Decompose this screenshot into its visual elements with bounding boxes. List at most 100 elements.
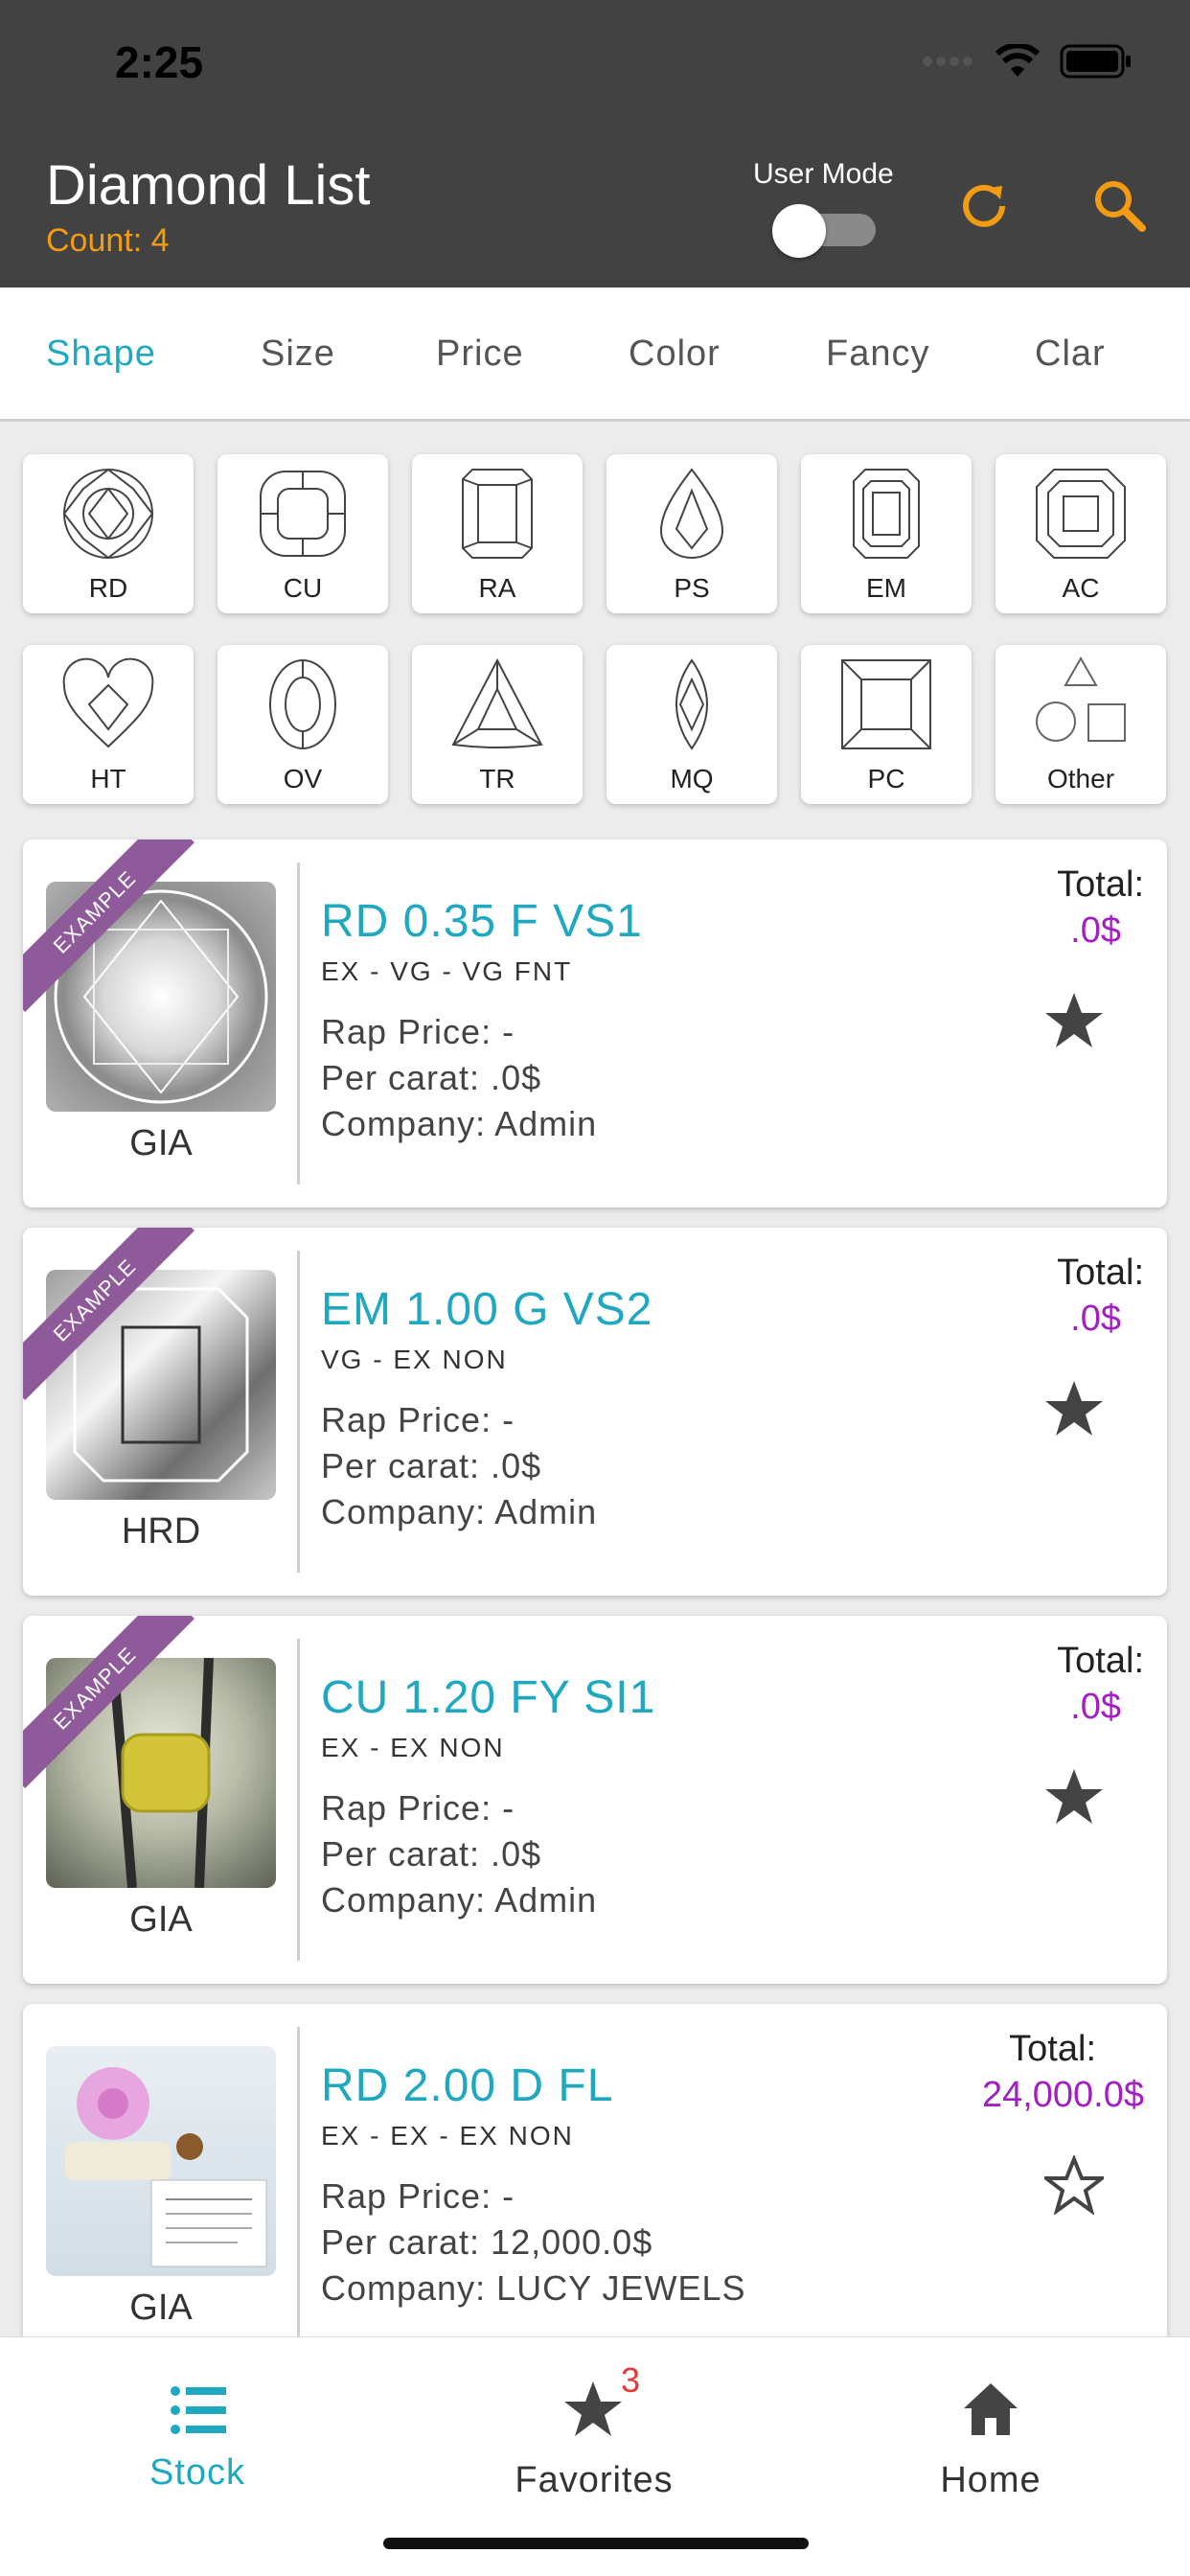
shape-ht[interactable]: HT <box>23 645 194 804</box>
company: Company: Admin <box>321 1104 598 1143</box>
rap-price: Rap Price: - <box>321 1400 515 1439</box>
star-filled-icon[interactable] <box>1044 1379 1104 1438</box>
status-time: 2:25 <box>115 37 204 87</box>
rap-price: Rap Price: - <box>321 2176 515 2216</box>
shape-pc[interactable]: PC <box>801 645 972 804</box>
diamond-title: RD 2.00 D FL <box>321 2060 614 2111</box>
princess-diamond-icon <box>841 659 931 749</box>
tab-size[interactable]: Size <box>261 334 335 375</box>
lab-name: HRD <box>121 1511 201 1552</box>
nav-label: Favorites <box>515 2460 674 2500</box>
emerald-diamond-icon <box>853 469 920 559</box>
total-label: Total: <box>1057 1641 1144 1681</box>
star-filled-icon[interactable] <box>1044 991 1104 1050</box>
favorites-badge: 3 <box>621 2360 641 2400</box>
card-divider <box>297 1251 300 1573</box>
heart-diamond-icon <box>62 657 154 748</box>
star-outline-icon[interactable] <box>1044 2155 1104 2215</box>
rap-price: Rap Price: - <box>321 1788 515 1828</box>
tab-clarity[interactable]: Clar <box>1035 334 1106 375</box>
company: Company: Admin <box>321 1880 598 1920</box>
shape-label: Other <box>1046 764 1115 794</box>
diamond-grades: EX - VG - VG FNT <box>321 956 573 986</box>
nav-label: Home <box>940 2460 1041 2500</box>
home-icon <box>964 2383 1018 2435</box>
total-label: Total: <box>1009 2029 1096 2069</box>
total-value: 24,000.0$ <box>981 2075 1144 2115</box>
shape-label: PC <box>867 764 905 794</box>
per-carat: Per carat: .0$ <box>321 1834 542 1874</box>
oval-diamond-icon <box>269 659 336 749</box>
shape-other[interactable]: Other <box>995 645 1166 804</box>
battery-icon <box>1060 44 1131 79</box>
total-value: .0$ <box>1070 1687 1121 1727</box>
cushion-diamond-icon <box>260 471 346 557</box>
diamond-title: CU 1.20 FY SI1 <box>321 1672 656 1723</box>
company: Company: LUCY JEWELS <box>321 2268 746 2308</box>
shape-rd[interactable]: RD <box>23 454 194 613</box>
page-title: Diamond List <box>46 154 371 217</box>
refresh-icon[interactable] <box>952 174 1016 238</box>
diamond-title: EM 1.00 G VS2 <box>321 1284 653 1335</box>
card-divider <box>297 2027 300 2383</box>
tab-fancy[interactable]: Fancy <box>826 334 929 375</box>
flower-gia-certificate-photo <box>46 2046 276 2276</box>
shape-ov[interactable]: OV <box>217 645 388 804</box>
list-icon <box>171 2386 226 2434</box>
pear-diamond-icon <box>659 468 724 559</box>
lab-name: GIA <box>129 1123 193 1163</box>
shape-tr[interactable]: TR <box>412 645 583 804</box>
toggle-knob <box>772 204 826 258</box>
shape-label: TR <box>479 764 515 794</box>
shape-ps[interactable]: PS <box>606 454 777 613</box>
lab-name: GIA <box>129 1899 193 1940</box>
shape-ac[interactable]: AC <box>995 454 1166 613</box>
company: Company: Admin <box>321 1492 598 1531</box>
home-indicator <box>383 2538 809 2549</box>
card-divider <box>297 862 300 1184</box>
app-header: 2:25 Diamond List Count: 4 User Mode <box>0 0 1190 288</box>
wifi-icon <box>995 44 1041 77</box>
other-shapes-icon <box>1036 656 1126 742</box>
rap-price: Rap Price: - <box>321 1012 515 1051</box>
flower-photo-icon <box>65 2067 267 2267</box>
tab-shape[interactable]: Shape <box>46 334 156 375</box>
shape-label: EM <box>866 573 906 603</box>
diamond-card[interactable]: EXAMPLE GIA CU 1.20 FY SI1 EX - EX NON R… <box>23 1616 1167 1984</box>
total-label: Total: <box>1057 1253 1144 1293</box>
lab-name: GIA <box>129 2288 193 2328</box>
round-diamond-icon <box>62 468 154 560</box>
search-icon[interactable] <box>1088 174 1152 238</box>
user-mode-toggle[interactable] <box>772 204 878 258</box>
card-divider <box>297 1639 300 1961</box>
shape-label: OV <box>283 764 323 794</box>
diamond-grades: EX - EX NON <box>321 1733 505 1762</box>
total-value: .0$ <box>1070 1299 1121 1339</box>
total-label: Total: <box>1057 864 1144 905</box>
shape-ra[interactable]: RA <box>412 454 583 613</box>
radiant-diamond-icon <box>462 469 533 559</box>
asscher-diamond-icon <box>1036 469 1126 559</box>
trillion-diamond-icon <box>451 657 543 748</box>
tab-price[interactable]: Price <box>436 334 524 375</box>
diamond-card[interactable]: EXAMPLE GIA RD 0.35 F VS1 EX - VG - VG F… <box>23 840 1167 1208</box>
shape-label: RA <box>478 573 516 603</box>
shape-mq[interactable]: MQ <box>606 645 777 804</box>
marquise-diamond-icon <box>675 658 708 750</box>
diamond-grades: EX - EX - EX NON <box>321 2121 574 2150</box>
per-carat: Per carat: .0$ <box>321 1446 542 1485</box>
star-icon <box>564 2381 622 2436</box>
shape-label: MQ <box>670 764 714 794</box>
diamond-grades: VG - EX NON <box>321 1345 508 1374</box>
shape-cu[interactable]: CU <box>217 454 388 613</box>
star-filled-icon[interactable] <box>1044 1767 1104 1827</box>
shape-em[interactable]: EM <box>801 454 972 613</box>
item-count: Count: 4 <box>46 222 170 259</box>
per-carat: Per carat: 12,000.0$ <box>321 2222 653 2262</box>
diamond-card[interactable]: EXAMPLE HRD EM 1.00 G VS2 VG - EX NON Ra… <box>23 1228 1167 1596</box>
tab-color[interactable]: Color <box>629 334 721 375</box>
shape-label: RD <box>88 573 128 603</box>
shape-label: CU <box>283 573 323 603</box>
user-mode-label: User Mode <box>753 158 894 190</box>
diamond-title: RD 0.35 F VS1 <box>321 896 643 947</box>
